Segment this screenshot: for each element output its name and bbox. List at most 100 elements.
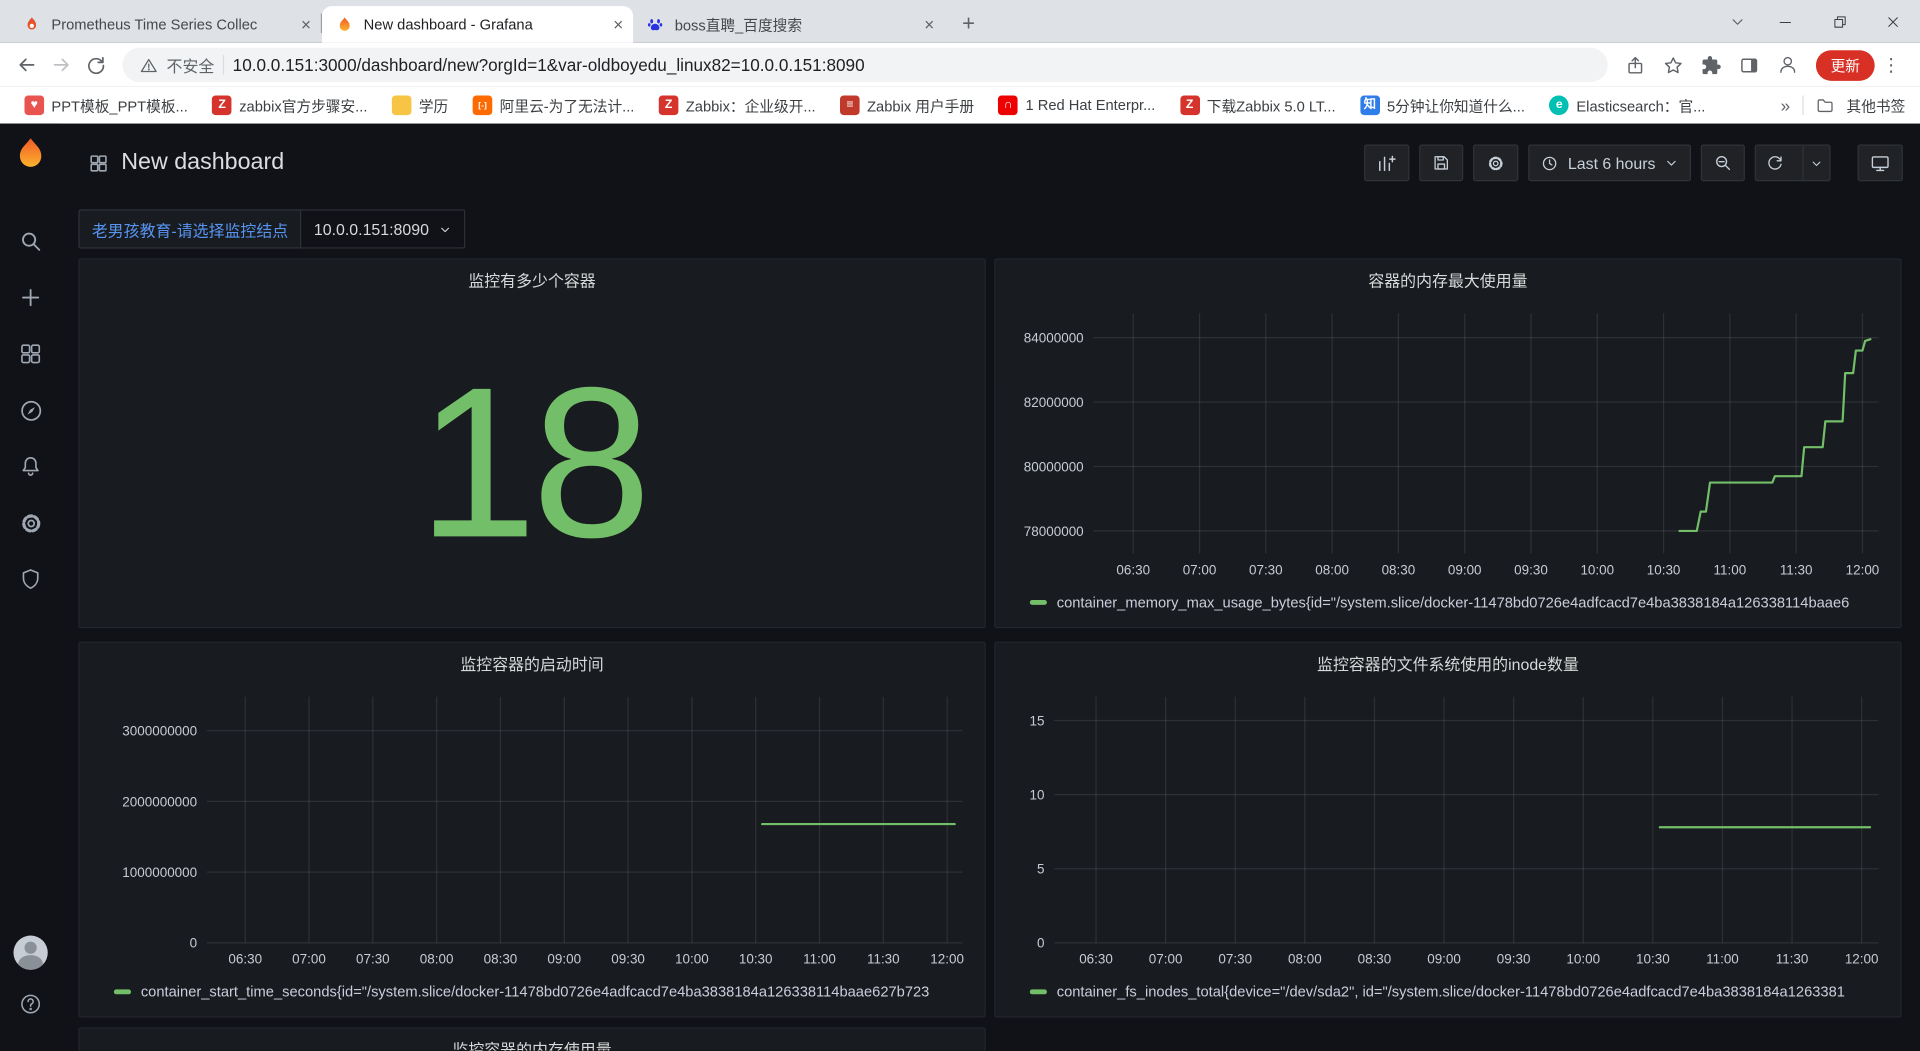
- svg-text:09:30: 09:30: [1514, 562, 1548, 577]
- close-window-button[interactable]: [1866, 0, 1920, 43]
- panel-title[interactable]: 监控容器的文件系统使用的inode数量: [996, 643, 1901, 682]
- svg-text:06:30: 06:30: [228, 952, 262, 967]
- bookmark-item[interactable]: Zzabbix官方步骤安...: [202, 91, 377, 119]
- sidebar-server-admin-button[interactable]: [6, 551, 55, 607]
- sidebar-alerting-button[interactable]: [6, 438, 55, 494]
- elastic-icon: e: [1549, 95, 1570, 116]
- bookmark-item[interactable]: 知 5分钟让你知道什么...: [1350, 91, 1535, 119]
- svg-text:82000000: 82000000: [1024, 395, 1084, 410]
- variable-group: 老男孩教育-请选择监控结点 10.0.0.151:8090: [78, 209, 466, 249]
- panel-title[interactable]: 监控容器的启动时间: [80, 643, 985, 682]
- memory-usage-chart[interactable]: 78000000 80000000 82000000 84000000 06:30 07:…: [1005, 299, 1890, 586]
- dashboard-settings-button[interactable]: [1473, 144, 1519, 182]
- bookmark-item[interactable]: ≡ Zabbix 用户手册: [830, 91, 984, 119]
- panel-start-time[interactable]: 监控容器的启动时间 0 1000000000 2000000000 300000000…: [78, 641, 986, 1018]
- security-label[interactable]: 不安全: [167, 53, 215, 76]
- time-range-picker[interactable]: Last 6 hours: [1528, 144, 1692, 182]
- svg-text:11:30: 11:30: [1780, 562, 1813, 577]
- tab-close-icon[interactable]: ×: [301, 16, 311, 33]
- add-panel-icon: [1377, 152, 1398, 173]
- legend-series-label[interactable]: container_fs_inodes_total{device="/dev/s…: [1057, 983, 1845, 1000]
- bookmark-item[interactable]: ♥ PPT模板_PPT模板...: [15, 91, 198, 119]
- sidebar-explore-button[interactable]: [6, 382, 55, 438]
- toolbar-icons: [1618, 54, 1807, 76]
- legend-series-label[interactable]: container_start_time_seconds{id="/system…: [141, 983, 930, 1000]
- extensions-icon[interactable]: [1701, 54, 1722, 75]
- panel-fs-inodes[interactable]: 监控容器的文件系统使用的inode数量 0 5 10 15 06:30 07:00 07:3…: [994, 641, 1902, 1018]
- svg-text:15: 15: [1030, 713, 1045, 728]
- panel-title[interactable]: 监控有多少个容器: [80, 260, 985, 299]
- tab-prometheus[interactable]: Prometheus Time Series Collec ×: [10, 6, 321, 43]
- bookmark-label: Zabbix：企业级开...: [685, 97, 816, 115]
- browser-menu-icon[interactable]: ⋮: [1875, 54, 1911, 76]
- sidebar-help-button[interactable]: [6, 982, 55, 1026]
- window-controls: [1717, 0, 1920, 43]
- update-button[interactable]: 更新: [1815, 49, 1875, 81]
- sidebar-configuration-button[interactable]: [6, 495, 55, 551]
- book-icon: ≡: [840, 95, 860, 116]
- bookmark-item[interactable]: e Elasticsearch：官...: [1540, 91, 1716, 119]
- tab-close-icon[interactable]: ×: [924, 16, 934, 33]
- zoom-out-button[interactable]: [1700, 144, 1745, 182]
- tab-search-icon[interactable]: [1717, 0, 1759, 43]
- panel-title[interactable]: 容器的内存最大使用量: [996, 260, 1901, 299]
- legend-series-label[interactable]: container_memory_max_usage_bytes{id="/sy…: [1057, 594, 1850, 611]
- back-button[interactable]: [10, 48, 44, 82]
- panel-legend: container_fs_inodes_total{device="/dev/s…: [996, 975, 1901, 1017]
- bookmark-label: 阿里云-为了无法计...: [499, 97, 635, 115]
- svg-text:10:00: 10:00: [675, 952, 709, 967]
- sidebar-search-button[interactable]: [6, 213, 55, 269]
- chevron-down-icon: [439, 222, 452, 235]
- new-tab-button[interactable]: +: [951, 6, 985, 40]
- bookmark-star-icon[interactable]: [1663, 54, 1684, 75]
- forward-button[interactable]: [44, 48, 78, 82]
- svg-text:12:00: 12:00: [1846, 562, 1880, 577]
- time-range-label: Last 6 hours: [1567, 153, 1656, 173]
- tab-close-icon[interactable]: ×: [613, 16, 623, 33]
- bookmarks-overflow-icon[interactable]: »: [1781, 96, 1791, 116]
- svg-text:09:00: 09:00: [1427, 952, 1461, 967]
- maximize-button[interactable]: [1812, 0, 1866, 43]
- svg-text:07:00: 07:00: [1149, 952, 1183, 967]
- url-bar[interactable]: 不安全 10.0.0.151:3000/dashboard/new?orgId=…: [122, 47, 1608, 83]
- grafana-app: New dashboard Last 6 hours 老男孩教育-请选择监控结点…: [0, 123, 1920, 1051]
- reload-button[interactable]: [78, 48, 112, 82]
- svg-text:08:30: 08:30: [1358, 952, 1392, 967]
- bookmark-item[interactable]: Z Zabbix：企业级开...: [649, 91, 825, 119]
- tab-baidu[interactable]: boss直聘_百度搜索 ×: [633, 6, 944, 43]
- refresh-button[interactable]: [1754, 144, 1831, 182]
- panel-title[interactable]: 监控容器的内存使用量: [80, 1029, 985, 1050]
- variable-value-dropdown[interactable]: 10.0.0.151:8090: [301, 209, 466, 249]
- panel-memory-max-usage[interactable]: 容器的内存最大使用量 78000000 80000000 82000000 84000…: [994, 258, 1902, 629]
- panel-memory-usage-partial[interactable]: 监控容器的内存使用量: [78, 1027, 986, 1051]
- bookmark-item[interactable]: 学历: [382, 91, 458, 119]
- bookmark-item[interactable]: [-] 阿里云-为了无法计...: [463, 91, 644, 119]
- tab-title: Prometheus Time Series Collec: [51, 15, 258, 34]
- sidebar-create-button[interactable]: [6, 269, 55, 325]
- share-icon[interactable]: [1625, 54, 1646, 75]
- user-avatar[interactable]: [13, 935, 48, 970]
- save-dashboard-button[interactable]: [1419, 144, 1464, 182]
- grafana-logo[interactable]: [12, 136, 49, 179]
- tab-grafana[interactable]: New dashboard - Grafana ×: [322, 6, 634, 43]
- bookmark-item[interactable]: ∩ 1 Red Hat Enterpr...: [989, 92, 1165, 119]
- svg-text:06:30: 06:30: [1116, 562, 1150, 577]
- svg-text:78000000: 78000000: [1024, 524, 1084, 539]
- refresh-interval-chevron-icon[interactable]: [1802, 145, 1829, 180]
- fs-inodes-chart[interactable]: 0 5 10 15 06:30 07:00 07:30 08:00 08:30 09:00 09:3…: [1005, 682, 1890, 975]
- add-panel-button[interactable]: [1364, 144, 1410, 182]
- sidebar-dashboards-button[interactable]: [6, 326, 55, 382]
- panel-legend: container_memory_max_usage_bytes{id="/sy…: [996, 585, 1901, 627]
- url-text[interactable]: 10.0.0.151:3000/dashboard/new?orgId=1&va…: [233, 55, 865, 75]
- minimize-button[interactable]: [1758, 0, 1812, 43]
- variable-value: 10.0.0.151:8090: [313, 219, 429, 239]
- cycle-view-mode-button[interactable]: [1857, 144, 1903, 182]
- start-time-chart[interactable]: 0 1000000000 2000000000 3000000000 06:30 07:0…: [89, 682, 974, 975]
- panel-container-count[interactable]: 监控有多少个容器 18: [78, 258, 986, 629]
- svg-text:11:00: 11:00: [803, 952, 836, 967]
- profile-icon[interactable]: [1777, 54, 1799, 76]
- other-bookmarks-label[interactable]: 其他书签: [1847, 95, 1906, 116]
- side-panel-icon[interactable]: [1739, 54, 1760, 75]
- bookmark-item[interactable]: Z 下载Zabbix 5.0 LT...: [1170, 91, 1345, 119]
- variable-label[interactable]: 老男孩教育-请选择监控结点: [78, 209, 302, 249]
